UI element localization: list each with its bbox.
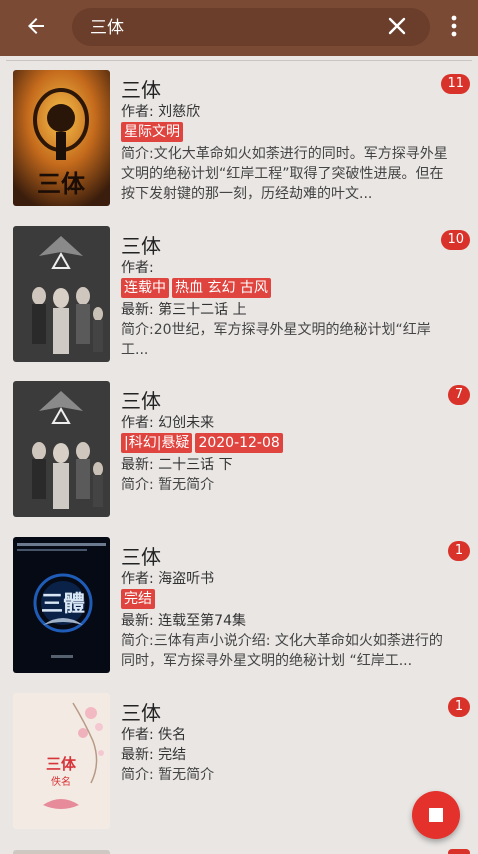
book-intro: 简介: 暂无简介: [121, 477, 215, 493]
result-item[interactable]: 三体 作者: 连载中 热血 玄幻 古风 最新: 第三十二话 上 简介:20世纪，…: [0, 212, 478, 362]
result-item[interactable]: 三體 三体 作者: 海盗听书 完结 最新: 连载至第74集 简介:三体有声小说介…: [0, 523, 478, 673]
book-latest: 最新: 完结: [121, 747, 187, 763]
clear-search-button[interactable]: [372, 0, 422, 52]
book-title: 三体: [121, 78, 161, 102]
result-item[interactable]: 三体 作者: 幻创未来 |科幻|悬疑 2020-12-08 最新: 二十三话 下…: [0, 367, 478, 517]
book-intro: 简介:文化大革命如火如荼进行的同时。军方探寻外星文明的绝秘计划“红岸工程”取得了…: [121, 146, 448, 202]
tag: 2020-12-08: [195, 433, 283, 453]
book-latest: 最新: 连载至第74集: [121, 613, 246, 629]
tag-list: 完结: [121, 589, 155, 609]
source-count-badge: 7: [448, 385, 470, 405]
source-count-badge: 1: [448, 541, 470, 561]
book-author: 作者: 刘慈欣: [121, 104, 201, 120]
result-item[interactable]: 三体 佚名 三体 作者: 佚名 最新: 完结 简介: 暂无简介 1: [0, 679, 478, 829]
source-count-badge: [448, 849, 470, 854]
tag: 完结: [121, 589, 155, 609]
tag: 连载中: [121, 278, 169, 298]
book-latest: 最新: 第三十二话 上: [121, 302, 247, 318]
book-cover: [13, 381, 110, 517]
book-title: 三体: [121, 701, 161, 725]
search-input[interactable]: 三体: [90, 13, 124, 38]
book-author: 作者:: [121, 260, 154, 276]
book-author: 作者: 海盗听书: [121, 571, 215, 587]
book-cover: [13, 850, 110, 854]
svg-text:三体: 三体: [37, 170, 86, 198]
more-vert-icon: [451, 15, 457, 37]
book-cover: 三体: [13, 70, 110, 206]
close-icon: [388, 17, 406, 35]
source-count-badge: 10: [441, 230, 470, 250]
book-title: 三体: [121, 234, 161, 258]
result-item[interactable]: 三体 三体 作者: 刘慈欣 星际文明 简介:文化大革命如火如荼进行的同时。军方探…: [0, 56, 478, 206]
top-toolbar: 三体: [0, 0, 478, 56]
tag-list: 连载中 热血 玄幻 古风: [121, 278, 271, 298]
book-cover: 三体 佚名: [13, 693, 110, 829]
book-title: 三体: [121, 389, 161, 413]
arrow-left-icon: [28, 18, 44, 34]
book-cover: [13, 226, 110, 362]
more-options-button[interactable]: [430, 0, 478, 52]
stop-icon: [429, 808, 443, 822]
book-author: 作者: 幻创未来: [121, 415, 215, 431]
tag: |科幻|悬疑: [121, 433, 193, 453]
tag-list: 星际文明: [121, 122, 183, 142]
book-intro: 简介:三体有声小说介绍: 文化大革命如火如荼进行的同时，军方探寻外星文明的绝秘计…: [121, 633, 443, 669]
book-author: 作者: 佚名: [121, 727, 187, 743]
tag-list: |科幻|悬疑 2020-12-08: [121, 433, 283, 453]
source-count-badge: 11: [441, 74, 470, 94]
cover-text: 佚名: [51, 775, 71, 788]
search-results-list[interactable]: 三体 三体 作者: 刘慈欣 星际文明 简介:文化大革命如火如荼进行的同时。军方探…: [0, 56, 478, 854]
back-button[interactable]: [10, 0, 62, 52]
book-title: 三体: [121, 545, 161, 569]
book-cover: 三體: [13, 537, 110, 673]
book-latest: 最新: 二十三话 下: [121, 457, 233, 473]
book-intro: 简介: 暂无简介: [121, 767, 215, 783]
cover-text: 三体: [46, 755, 77, 773]
tag: 星际文明: [121, 122, 183, 142]
stop-search-button[interactable]: [412, 791, 460, 839]
tag: 热血 玄幻 古风: [172, 278, 271, 298]
book-intro: 简介:20世纪，军方探寻外星文明的绝秘计划“红岸工...: [121, 322, 431, 358]
cover-text: 三體: [41, 591, 85, 617]
source-count-badge: 1: [448, 697, 470, 717]
